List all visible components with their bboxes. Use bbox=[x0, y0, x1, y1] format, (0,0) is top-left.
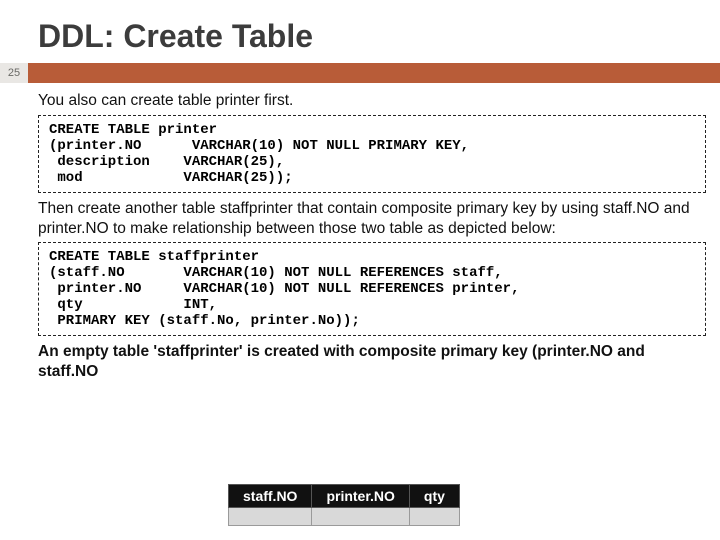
code-block-1: CREATE TABLE printer (printer.NO VARCHAR… bbox=[38, 115, 706, 193]
table-row bbox=[229, 508, 460, 526]
result-text: An empty table 'staffprinter' is created… bbox=[38, 342, 706, 382]
accent-stripe: 25 bbox=[0, 63, 720, 83]
intro-text-2: Then create another table staffprinter t… bbox=[38, 199, 706, 239]
table-cell bbox=[409, 508, 459, 526]
content-area: You also can create table printer first.… bbox=[0, 83, 720, 382]
page-number-badge: 25 bbox=[0, 63, 28, 83]
result-table-wrap: staff.NO printer.NO qty bbox=[228, 484, 460, 526]
table-cell bbox=[229, 508, 312, 526]
intro-text-1: You also can create table printer first. bbox=[38, 91, 706, 111]
slide-title: DDL: Create Table bbox=[0, 0, 720, 63]
table-header-row: staff.NO printer.NO qty bbox=[229, 485, 460, 508]
result-table: staff.NO printer.NO qty bbox=[228, 484, 460, 526]
col-header: staff.NO bbox=[229, 485, 312, 508]
col-header: printer.NO bbox=[312, 485, 409, 508]
code-block-2: CREATE TABLE staffprinter (staff.NO VARC… bbox=[38, 242, 706, 336]
col-header: qty bbox=[409, 485, 459, 508]
table-cell bbox=[312, 508, 409, 526]
